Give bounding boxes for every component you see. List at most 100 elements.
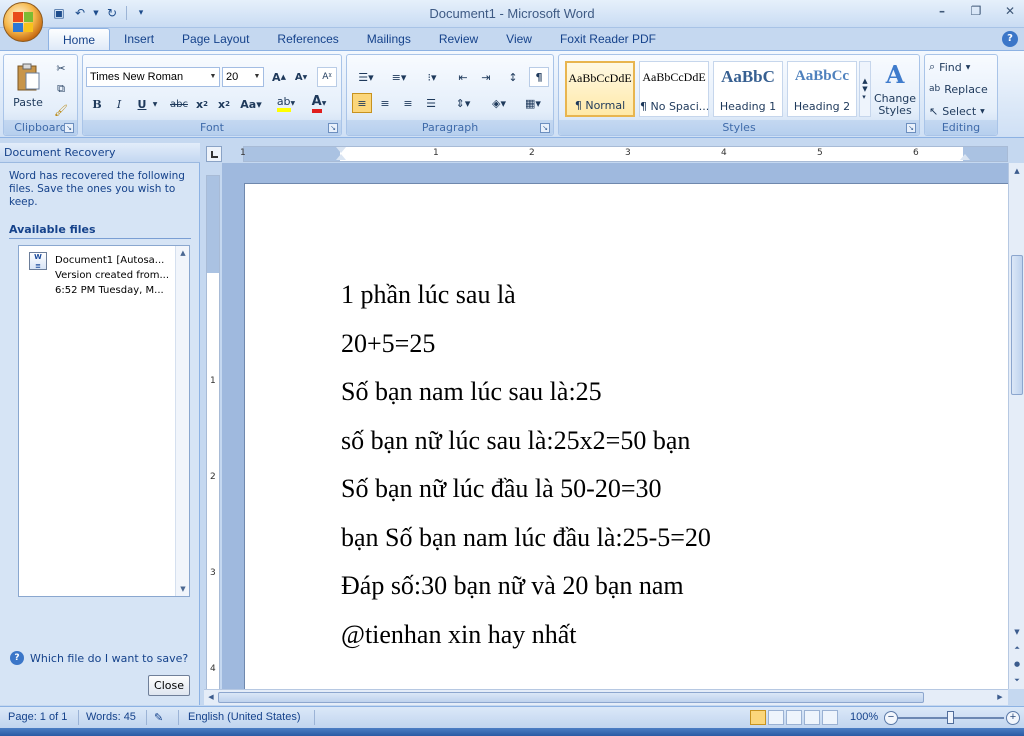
tab-selector[interactable]	[206, 146, 222, 162]
help-link[interactable]: ? Which file do I want to save?	[10, 651, 188, 665]
replace-button[interactable]: ab Replace	[929, 80, 995, 98]
previous-page-icon[interactable]: ⏶	[1010, 641, 1024, 655]
highlight-icon[interactable]: ab ▼	[273, 93, 299, 113]
copy-icon[interactable]: ⧉	[52, 81, 70, 97]
underline-dropdown-icon[interactable]: ▼	[151, 95, 159, 113]
superscript-icon[interactable]: x2	[215, 95, 233, 113]
vertical-scrollbar[interactable]: ▲ ▼ ⏶ ● ⏷	[1008, 163, 1024, 689]
clipboard-launcher-icon[interactable]: ↘	[64, 123, 74, 133]
cut-icon[interactable]: ✂	[52, 60, 70, 76]
font-color-icon[interactable]: A ▼	[305, 93, 333, 113]
borders-icon[interactable]: ▦▾	[519, 93, 547, 113]
tab-review[interactable]: Review	[425, 28, 492, 50]
recovered-files-list: W ≡ Document1 [Autosa... Version created …	[18, 245, 190, 597]
vertical-ruler[interactable]: 1 2 3 4	[206, 175, 220, 690]
browse-object-icon[interactable]: ●	[1010, 657, 1024, 671]
tab-insert[interactable]: Insert	[110, 28, 168, 50]
grow-font-icon[interactable]: A ▲	[269, 67, 289, 87]
font-launcher-icon[interactable]: ↘	[328, 123, 338, 133]
scroll-thumb[interactable]	[1011, 255, 1023, 395]
strikethrough-icon[interactable]: abc	[167, 95, 191, 113]
first-line-indent-marker[interactable]	[336, 147, 346, 153]
zoom-level[interactable]: 100%	[850, 711, 878, 723]
find-button[interactable]: ⌕ Find ▼	[929, 58, 995, 76]
draft-view-icon[interactable]	[822, 710, 838, 725]
scroll-down-icon[interactable]: ▼	[1010, 625, 1024, 639]
shading-icon[interactable]: ◈▾	[485, 93, 513, 113]
show-formatting-icon[interactable]: ¶	[529, 67, 549, 87]
scroll-up-icon[interactable]: ▲	[1010, 164, 1024, 178]
file-list-scrollbar[interactable]: ▲ ▼	[175, 246, 189, 596]
full-screen-reading-view-icon[interactable]	[768, 710, 784, 725]
line-spacing-icon[interactable]: ⇕▾	[449, 93, 477, 113]
change-styles-icon[interactable]: A	[873, 57, 917, 91]
numbering-icon[interactable]: ≡▾	[385, 67, 413, 87]
tab-page-layout[interactable]: Page Layout	[168, 28, 263, 50]
page-count[interactable]: Page: 1 of 1	[8, 711, 67, 723]
scroll-thumb[interactable]	[218, 692, 924, 703]
help-icon[interactable]: ?	[1002, 31, 1018, 47]
horizontal-scrollbar[interactable]: ◀ ▶	[204, 689, 1008, 705]
tab-home[interactable]: Home	[48, 28, 111, 50]
tab-references[interactable]: References	[263, 28, 352, 50]
clear-formatting-icon[interactable]: Aᵡ	[317, 67, 337, 87]
zoom-out-icon[interactable]: −	[884, 711, 898, 725]
next-page-icon[interactable]: ⏷	[1010, 673, 1024, 687]
style-heading-1[interactable]: AaBbC Heading 1	[713, 61, 783, 117]
word-count[interactable]: Words: 45	[86, 711, 136, 723]
document-page[interactable]: 1 phần lúc sau là 20+5=25 Số bạn nam lúc…	[244, 183, 1008, 689]
print-layout-view-icon[interactable]	[750, 710, 766, 725]
scroll-left-icon[interactable]: ◀	[205, 691, 217, 703]
proofing-icon[interactable]: ✎	[154, 711, 163, 724]
scroll-up-icon[interactable]: ▲	[176, 246, 190, 260]
change-case-icon[interactable]: Aa▾	[238, 95, 264, 113]
shrink-font-icon[interactable]: A ▼	[291, 67, 311, 87]
office-button[interactable]	[3, 2, 43, 42]
change-styles-button[interactable]: Change Styles	[871, 93, 919, 117]
style-heading-2[interactable]: AaBbCc Heading 2	[787, 61, 857, 117]
justify-icon[interactable]: ☰	[421, 93, 441, 113]
zoom-slider-handle[interactable]	[947, 711, 954, 724]
align-left-icon[interactable]: ≡	[352, 93, 372, 113]
italic-icon[interactable]: I	[110, 95, 128, 113]
scroll-right-icon[interactable]: ▶	[994, 691, 1006, 703]
styles-scroll[interactable]: ▲ ▼ ▾	[859, 61, 871, 117]
list-item[interactable]: Document1 [Autosa... Version created fro…	[55, 253, 171, 298]
right-indent-marker[interactable]	[960, 154, 970, 160]
zoom-in-icon[interactable]: +	[1006, 711, 1020, 725]
web-layout-view-icon[interactable]	[786, 710, 802, 725]
document-body[interactable]: 1 phần lúc sau là 20+5=25 Số bạn nam lúc…	[341, 280, 711, 668]
subscript-icon[interactable]: x2	[193, 95, 211, 113]
tab-view[interactable]: View	[492, 28, 546, 50]
bold-icon[interactable]: B	[88, 95, 106, 113]
align-right-icon[interactable]: ≡	[398, 93, 418, 113]
restore-icon[interactable]: ❐	[966, 2, 986, 20]
horizontal-ruler[interactable]: 1 1 2 3 4 5 6	[240, 146, 1008, 162]
paste-button[interactable]	[12, 58, 44, 96]
underline-icon[interactable]: U	[133, 95, 151, 113]
close-icon[interactable]: ✕	[1000, 2, 1020, 20]
select-button[interactable]: ↖ Select ▼	[929, 102, 995, 120]
increase-indent-icon[interactable]: ⇥	[476, 67, 496, 87]
tab-foxit-reader-pdf[interactable]: Foxit Reader PDF	[546, 28, 670, 50]
style-normal[interactable]: AaBbCcDdE ¶ Normal	[565, 61, 635, 117]
outline-view-icon[interactable]	[804, 710, 820, 725]
tab-mailings[interactable]: Mailings	[353, 28, 425, 50]
styles-launcher-icon[interactable]: ↘	[906, 123, 916, 133]
style-no-spacing[interactable]: AaBbCcDdE ¶ No Spaci...	[639, 61, 709, 117]
close-button[interactable]: Close	[148, 675, 190, 696]
scroll-down-icon[interactable]: ▼	[176, 582, 190, 596]
language-indicator[interactable]: English (United States)	[188, 711, 301, 723]
bullets-icon[interactable]: ☰▾	[352, 67, 380, 87]
sort-icon[interactable]: ↕	[503, 67, 523, 87]
paragraph-launcher-icon[interactable]: ↘	[540, 123, 550, 133]
minimize-icon[interactable]: –	[932, 2, 952, 20]
decrease-indent-icon[interactable]: ⇤	[453, 67, 473, 87]
align-center-icon[interactable]: ≡	[375, 93, 395, 113]
ruler-number: 6	[913, 148, 919, 158]
multilevel-list-icon[interactable]: ⁝▾	[418, 67, 446, 87]
font-family-select[interactable]: Times New Roman ▼	[86, 67, 220, 87]
font-size-select[interactable]: 20 ▼	[222, 67, 264, 87]
hanging-indent-marker[interactable]	[336, 154, 346, 160]
format-painter-icon[interactable]: 🖌	[52, 102, 70, 118]
